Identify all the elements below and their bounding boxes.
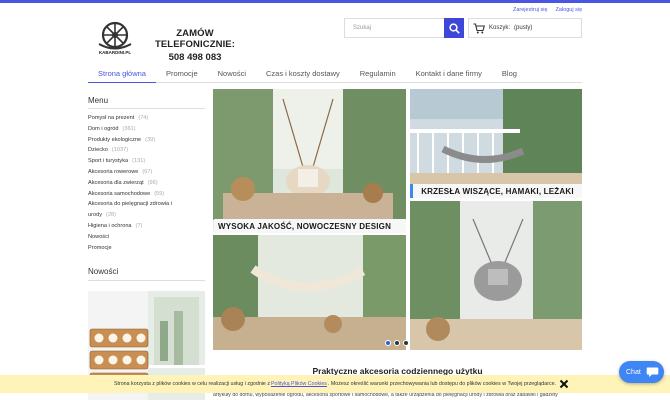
nav-item-delivery[interactable]: Czas i koszty dostawy: [256, 66, 350, 83]
category-item[interactable]: Produkty ekologiczne (39): [88, 135, 208, 146]
cookie-policy-link[interactable]: Polityką Plików Cookies: [271, 381, 327, 387]
logo-text: KABARDINI.PL: [98, 50, 132, 55]
account-links: Zarejestruj się Zaloguj się: [513, 7, 582, 13]
phone-number[interactable]: 508 498 083: [140, 52, 250, 63]
slide-caption-hammocks: KRZESŁA WISZĄCE, HAMAKI, LEŻAKI: [410, 184, 582, 198]
category-item[interactable]: Dom i ogród (361): [88, 124, 208, 135]
sidebar-new-title: Nowości: [88, 267, 119, 276]
chat-label: Chat: [626, 368, 641, 376]
nav-item-new[interactable]: Nowości: [208, 66, 256, 83]
nav-item-home[interactable]: Strona główna: [88, 66, 156, 83]
slider-dot-active[interactable]: [385, 340, 391, 346]
chat-button[interactable]: Chat: [619, 361, 664, 383]
cookie-text-before: Strona korzysta z plików cookies w celu …: [113, 381, 271, 387]
category-item[interactable]: Dziecko (1037): [88, 145, 208, 156]
phone-order-block: ZAMÓW TELEFONICZNIE: 508 498 083: [140, 28, 250, 63]
category-item[interactable]: Akcesoria rowerowe (67): [88, 167, 208, 178]
nav-item-contact[interactable]: Kontakt i dane firmy: [406, 66, 492, 83]
sidebar-menu-title: Menu: [88, 96, 109, 105]
login-link[interactable]: Zaloguj się: [556, 7, 583, 13]
search-button[interactable]: [444, 18, 464, 38]
sidebar-divider: [88, 108, 205, 109]
search-icon: [448, 22, 460, 34]
nav-item-promotions[interactable]: Promocje: [156, 66, 208, 83]
sidebar-divider: [88, 280, 205, 281]
category-item[interactable]: Akcesoria do pielęgnacji zdrowia i urody…: [88, 199, 200, 221]
top-accent-bar: [0, 0, 670, 3]
chat-bubble-icon: [646, 367, 659, 377]
slider-dot[interactable]: [403, 340, 409, 346]
category-list: Pomysł na prezent (74) Dom i ogród (361) P…: [88, 113, 208, 253]
hero-slider[interactable]: WYSOKA JAKOŚĆ, NOWOCZESNY DESIGN KRZESŁA…: [213, 89, 582, 350]
slide-caption-quality: WYSOKA JAKOŚĆ, NOWOCZESNY DESIGN: [214, 219, 406, 233]
cart-button[interactable]: Koszyk: (pusty): [468, 18, 582, 38]
cookie-banner: Strona korzysta z plików cookies w celu …: [0, 375, 670, 393]
phone-label: ZAMÓW TELEFONICZNIE:: [154, 28, 236, 50]
category-item[interactable]: Akcesoria dla zwierząt (96): [88, 178, 208, 189]
category-item[interactable]: Promocje: [88, 243, 208, 254]
cookie-text-after: . Możesz określić warunki przechowywania…: [327, 381, 557, 387]
nav-item-blog[interactable]: Blog: [492, 66, 527, 83]
category-item[interactable]: Akcesoria samochodowe (59): [88, 189, 208, 200]
nav-item-terms[interactable]: Regulamin: [350, 66, 406, 83]
register-link[interactable]: Zarejestruj się: [513, 7, 548, 13]
slider-pagination: [385, 340, 409, 346]
close-icon[interactable]: [559, 379, 569, 389]
category-item[interactable]: Nowości: [88, 232, 208, 243]
category-item[interactable]: Pomysł na prezent (74): [88, 113, 208, 124]
cart-icon: [473, 22, 485, 33]
cart-status: (pusty): [514, 25, 533, 31]
category-item[interactable]: Sport i turystyka (131): [88, 156, 208, 167]
slider-dot[interactable]: [394, 340, 400, 346]
category-item[interactable]: Higiena i ochrona (7): [88, 221, 208, 232]
main-nav: Strona główna Promocje Nowości Czas i ko…: [88, 66, 582, 83]
search-input[interactable]: Szukaj: [344, 18, 444, 38]
cart-label: Koszyk:: [489, 25, 511, 31]
